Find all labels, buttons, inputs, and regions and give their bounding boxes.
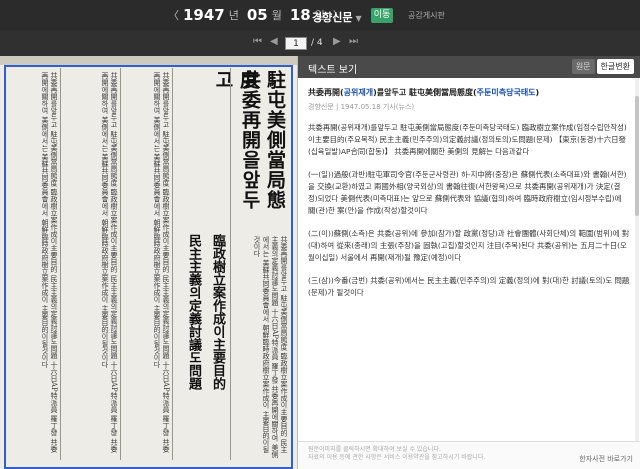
article-text-body: 共委再開(공위재개)를앞두고 駐屯美側當局態度(주둔미측당국태도) 경향신문 |… <box>298 78 640 299</box>
article-text-column: 共委再開를앞두고 駐屯美側當局態度 臨政樹立案作成이主要目的 民主主義의定義討議… <box>41 72 58 453</box>
column-rule <box>120 68 121 460</box>
month-unit: 월 <box>271 9 282 22</box>
tab-original[interactable]: 원문 <box>571 59 595 74</box>
day-value[interactable]: 18 <box>290 6 311 24</box>
prev-date-button[interactable]: 〈 <box>168 7 179 23</box>
page-number-input[interactable]: 1 <box>285 37 307 50</box>
scrollbar-thumb[interactable] <box>635 96 639 216</box>
next-page-icon[interactable]: ▶ <box>333 36 341 47</box>
text-mode-tabs: 원문 한글변환 <box>571 59 634 74</box>
title-part: 共委再開( <box>308 88 344 97</box>
page-navigation-bar: ⏮ ◀ 1 / 4 ▶ ⏭ <box>0 30 640 56</box>
month-value[interactable]: 05 <box>247 6 268 24</box>
article-text-column: 共委再開를앞두고 駐屯美側當局態度 臨政樹立案作成이主要目的 民主主義의定義討議… <box>153 72 170 453</box>
article-paragraph: (三(삼))今番(금번) 共委(공위)에서는 民主主義(민주주의)의 定義(정의… <box>308 276 630 297</box>
article-paragraph: 共委再開(공위재개)를앞두고 駐屯美側當局態度(주둔미측당국태도) 臨政樹立案作… <box>308 123 627 156</box>
hanja-dictionary-link[interactable]: 한자사전 바로가기 <box>579 455 633 463</box>
column-rule <box>60 68 61 460</box>
year-unit: 년 <box>228 9 239 22</box>
first-page-icon[interactable]: ⏮ <box>253 36 262 47</box>
newspaper-select[interactable]: 경향신문 ▼ <box>312 9 362 25</box>
scan-top-strip <box>0 56 297 65</box>
article-meta: 경향신문 | 1947.05.18 기사(뉴스) <box>308 103 415 111</box>
text-view-title: 텍스트 보기 <box>308 65 358 76</box>
prev-page-icon[interactable]: ◀ <box>270 36 278 47</box>
title-highlight: 공위재개 <box>343 88 374 97</box>
article-paragraph: (二(이))蘇側(소측)은 共委(공위)에 參加(참가)할 政黨(정당)과 社會… <box>308 229 630 262</box>
newspaper-label: 경향신문 <box>312 11 353 24</box>
chevron-down-icon: ▼ <box>355 14 362 23</box>
article-text-column: 共委再開를앞두고 駐屯美側當局態度 臨政樹立案作成이主要目的 民主主義의定義討議… <box>101 72 118 453</box>
headline-sub: 駐屯美側當局態度 <box>237 70 286 210</box>
title-part: ) <box>535 88 540 97</box>
total-pages: / 4 <box>311 38 323 48</box>
date-navigation-bar: 〈 1947 년 05 월 18 일 〉 경향신문 ▼ 이동 공감게시판 <box>0 0 640 30</box>
column-rule <box>172 68 173 460</box>
title-highlight: 주둔미측당국태도 <box>476 88 536 97</box>
last-page-icon[interactable]: ⏭ <box>349 36 358 47</box>
subhead-2: 民主主義의定義討議도問題 <box>186 234 201 390</box>
column-rule <box>230 68 231 460</box>
year-value[interactable]: 1947 <box>183 6 225 24</box>
article-title: 共委再開(공위재개)를앞두고 駐屯美側當局態度(주둔미측당국태도) <box>308 87 630 99</box>
panel-footer: 원문이미지를 클릭하시면 확대하여 보실 수 있습니다. 자료의 이용 등에 관… <box>298 441 640 469</box>
newspaper-scan-viewer[interactable]: 共委再開을앞두고 駐屯美側當局態度 臨政樹立案作成이主要目的 民主主義의定義討議… <box>0 56 297 469</box>
article-paragraph: (一(일))過般(과반)駐屯軍司令官(주둔군사령관) 하-지中將(중장)은 蘇側… <box>308 170 627 215</box>
tab-korean[interactable]: 한글변환 <box>596 59 634 74</box>
footer-note-1: 원문이미지를 클릭하시면 확대하여 보실 수 있습니다. <box>308 446 441 453</box>
article-text-column: 共委再開를앞두고 駐屯美側當局態度 臨政樹立案作成이主要目的 民主主義의定義討議… <box>253 236 288 458</box>
notice-board-link[interactable]: 공감게시판 <box>408 10 445 21</box>
subhead-1: 臨政樹立案作成이主要目的 <box>210 234 225 390</box>
text-view-header: 텍스트 보기 원문 한글변환 <box>298 56 640 78</box>
go-button[interactable]: 이동 <box>371 8 393 23</box>
title-part: )를앞두고 駐屯美側當局態度( <box>373 88 477 97</box>
text-view-panel: 텍스트 보기 원문 한글변환 共委再開(공위재개)를앞두고 駐屯美側當局態度(주… <box>297 56 640 469</box>
